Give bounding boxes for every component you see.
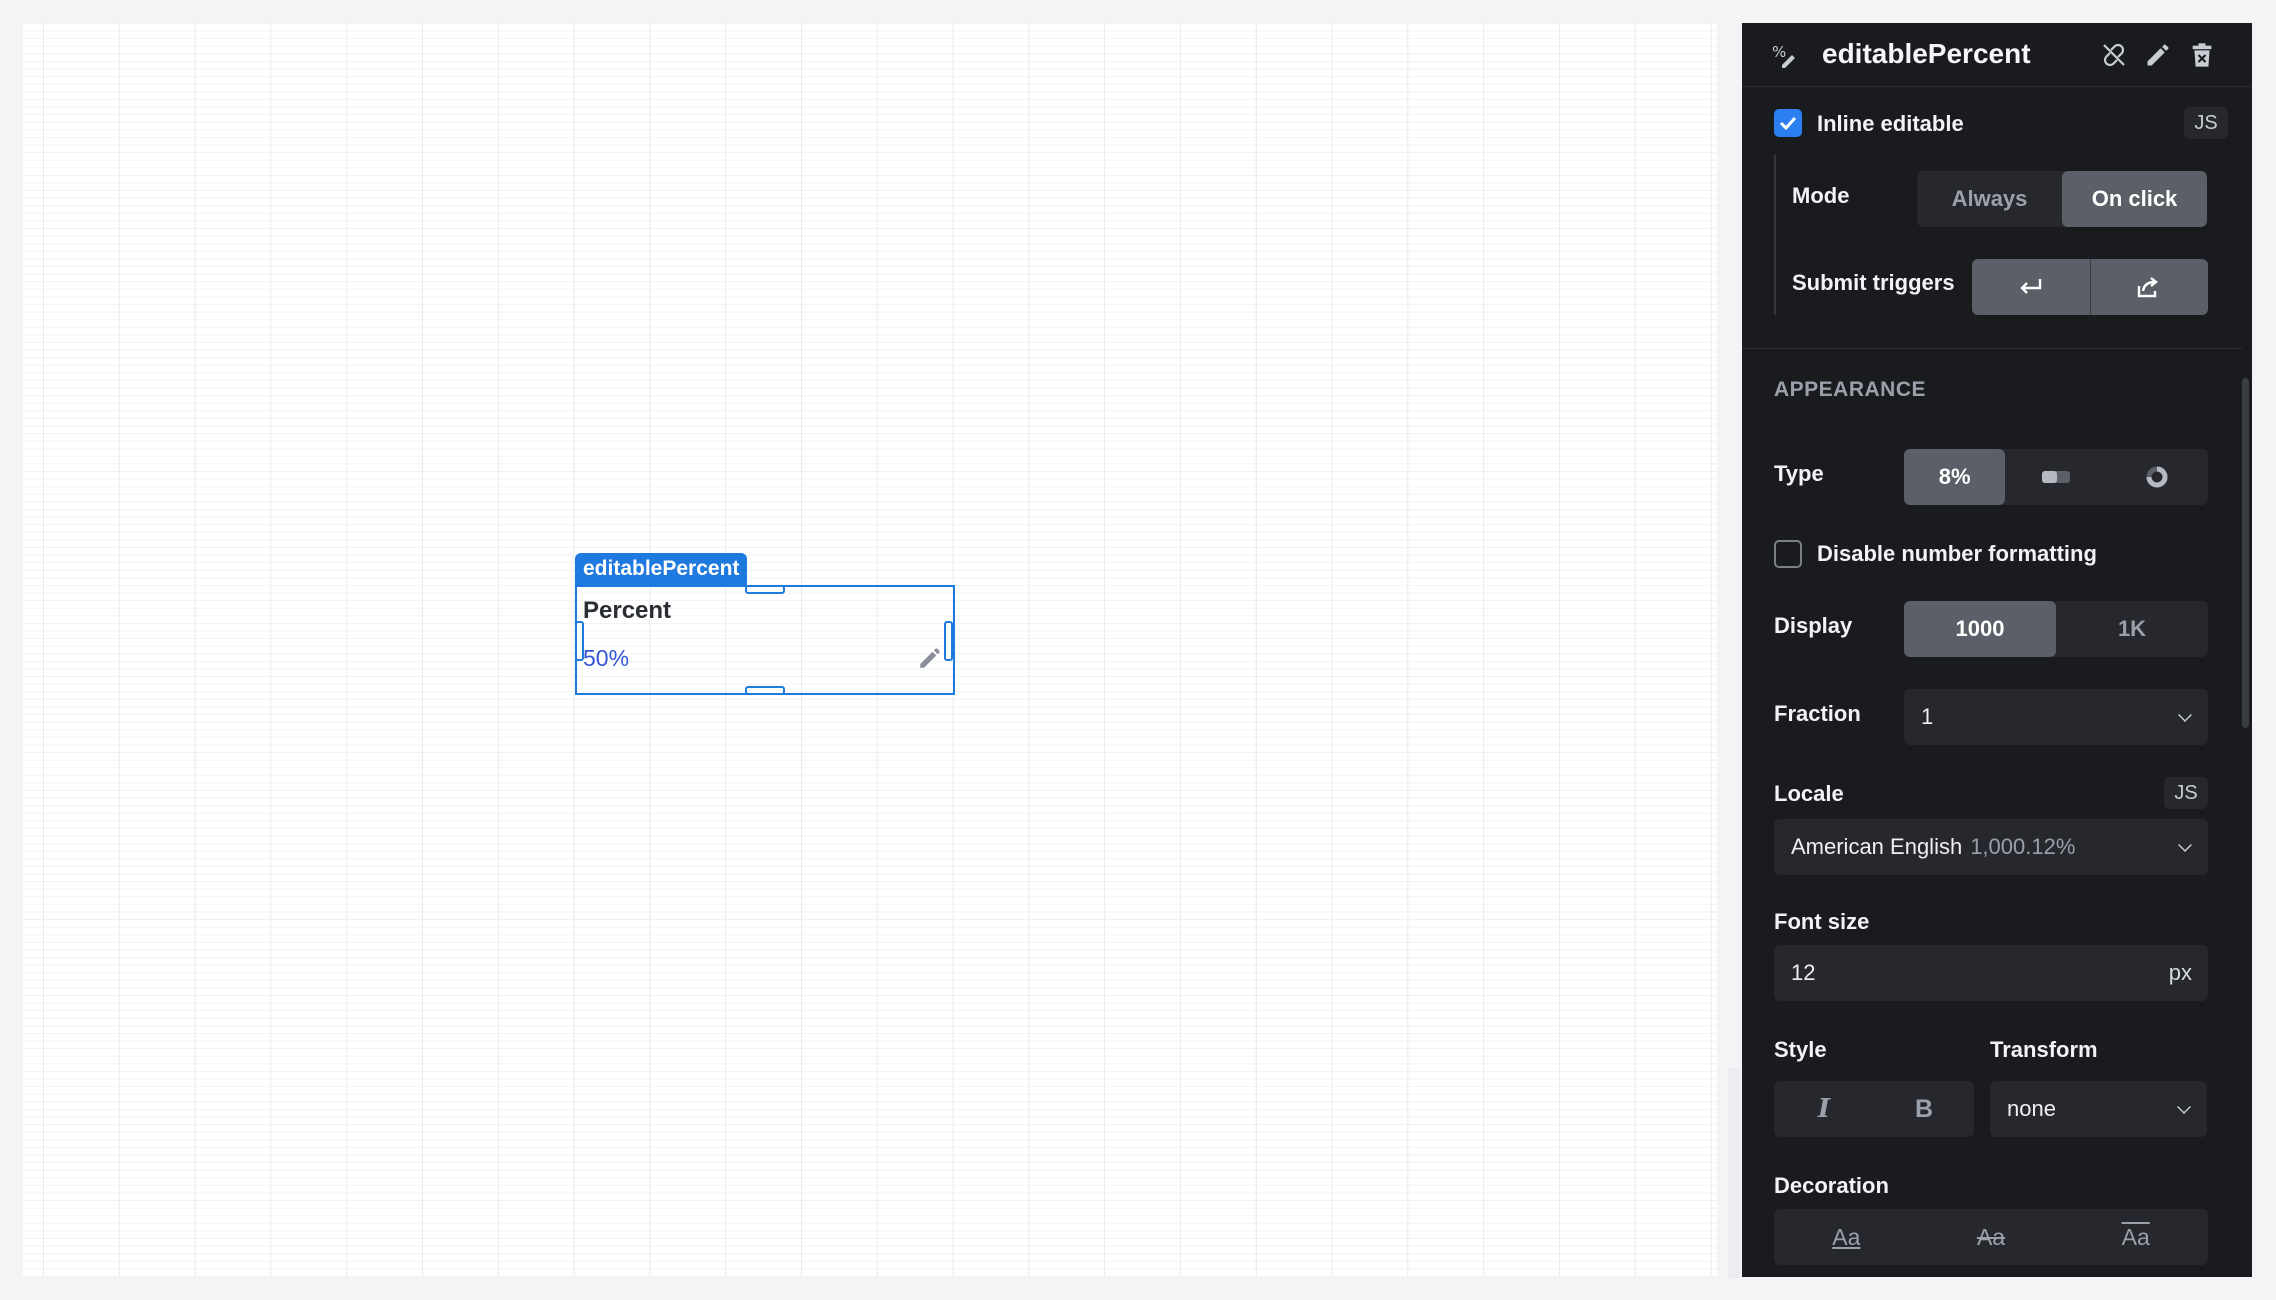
style-segmented-control: I B xyxy=(1774,1081,1974,1137)
enter-key-icon xyxy=(2020,279,2041,294)
mode-label: Mode xyxy=(1792,183,1850,208)
percent-edit-icon: % xyxy=(1772,43,1795,68)
style-label: Style xyxy=(1774,1037,1827,1062)
widget-value[interactable]: 50% xyxy=(583,645,629,672)
type-label: Type xyxy=(1774,461,1824,486)
pencil-icon[interactable] xyxy=(2144,41,2172,69)
inspector-panel: % editablePercent Inline editable JS Mod… xyxy=(1742,23,2252,1277)
display-option-full[interactable]: 1000 xyxy=(1904,601,2056,657)
disable-formatting-checkbox[interactable] xyxy=(1774,540,1802,568)
mode-segmented-control: Always On click xyxy=(1917,171,2207,227)
submit-triggers-label: Submit triggers xyxy=(1792,270,1955,295)
locale-select[interactable]: American English 1,000.12% xyxy=(1774,819,2208,875)
unlink-icon[interactable] xyxy=(2100,41,2128,69)
indent-guide xyxy=(1774,155,1776,315)
inline-editable-label: Inline editable xyxy=(1817,111,1964,136)
progress-bar-icon xyxy=(2041,471,2070,483)
mode-option-always[interactable]: Always xyxy=(1917,171,2062,227)
inline-editable-checkbox[interactable] xyxy=(1774,109,1802,137)
font-size-unit: px xyxy=(2168,960,2192,985)
submit-trigger-enter[interactable] xyxy=(1972,259,2090,315)
mode-option-on-click[interactable]: On click xyxy=(2062,171,2207,227)
widget-name-tag[interactable]: editablePercent xyxy=(575,553,748,585)
canvas-scrollbar[interactable] xyxy=(1728,1068,1740,1278)
share-out-icon xyxy=(2138,277,2159,298)
type-option-donut[interactable] xyxy=(2107,449,2208,505)
type-segmented-control: 8% xyxy=(1904,449,2208,505)
widget-label: Percent xyxy=(583,597,672,624)
underline-button[interactable]: Aa xyxy=(1774,1209,1919,1265)
overline-button[interactable]: Aa xyxy=(2063,1209,2208,1265)
italic-button[interactable]: I xyxy=(1774,1081,1874,1137)
panel-title: editablePercent xyxy=(1822,38,2031,69)
panel-header: % editablePercent xyxy=(1742,23,2252,87)
trash-icon[interactable] xyxy=(2188,41,2216,69)
display-option-compact[interactable]: 1K xyxy=(2056,601,2208,657)
chevron-down-icon xyxy=(2177,1100,2191,1114)
chevron-down-icon xyxy=(2178,708,2192,722)
resize-handle-left[interactable] xyxy=(575,621,584,661)
appearance-section-title: APPEARANCE xyxy=(1774,378,1927,401)
decoration-label: Decoration xyxy=(1774,1173,1889,1198)
panel-scrollbar[interactable] xyxy=(2242,378,2249,728)
chevron-down-icon xyxy=(2178,838,2192,852)
font-size-value: 12 xyxy=(1791,960,1816,985)
fraction-select[interactable]: 1 xyxy=(1904,689,2208,745)
transform-value: none xyxy=(2007,1096,2056,1121)
transform-select[interactable]: none xyxy=(1990,1081,2207,1137)
font-size-label: Font size xyxy=(1774,909,1870,934)
editable-percent-widget[interactable]: Percent 50% xyxy=(575,585,955,695)
inline-editable-js-toggle[interactable]: JS xyxy=(2184,107,2228,139)
locale-example: 1,000.12% xyxy=(1970,834,2076,859)
decoration-segmented-control: Aa Aa Aa xyxy=(1774,1209,2208,1265)
display-label: Display xyxy=(1774,613,1853,638)
section-divider xyxy=(1742,348,2242,349)
submit-trigger-blur[interactable] xyxy=(2091,259,2209,315)
resize-handle-bottom[interactable] xyxy=(745,686,785,695)
type-option-text[interactable]: 8% xyxy=(1904,449,2006,505)
type-option-bar[interactable] xyxy=(2005,449,2106,505)
checkmark-icon xyxy=(1779,116,1797,131)
fraction-value: 1 xyxy=(1921,704,1934,729)
locale-value: American English xyxy=(1791,834,1963,859)
display-segmented-control: 1000 1K xyxy=(1904,601,2208,657)
bold-button[interactable]: B xyxy=(1874,1081,1974,1137)
locale-label: Locale xyxy=(1774,781,1844,806)
transform-label: Transform xyxy=(1990,1037,2098,1062)
donut-icon xyxy=(2146,466,2168,488)
strikethrough-button[interactable]: Aa xyxy=(1919,1209,2064,1265)
submit-triggers-control xyxy=(1972,259,2208,315)
resize-handle-top[interactable] xyxy=(745,585,785,594)
svg-text:%: % xyxy=(1772,43,1786,61)
fraction-label: Fraction xyxy=(1774,701,1861,726)
locale-js-toggle[interactable]: JS xyxy=(2164,777,2208,809)
pencil-icon[interactable] xyxy=(917,645,943,671)
resize-handle-right[interactable] xyxy=(944,621,953,661)
font-size-input[interactable]: 12 px xyxy=(1774,945,2208,1001)
disable-formatting-label: Disable number formatting xyxy=(1817,541,2097,566)
